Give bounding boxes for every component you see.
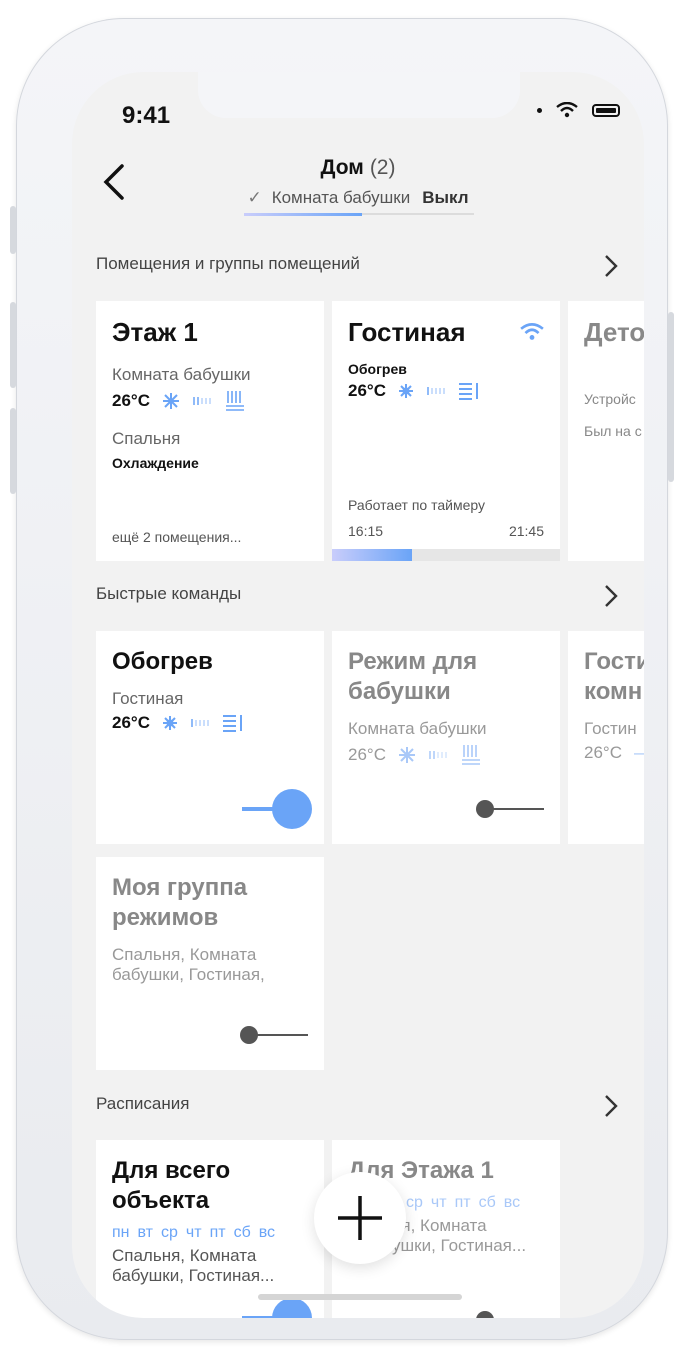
fan-speed-icon	[193, 397, 211, 405]
battery-icon	[592, 103, 620, 117]
chevron-right-icon[interactable]	[602, 1092, 620, 1120]
command-temp-row: 26°C	[348, 743, 544, 767]
temperature: 26°C	[584, 743, 622, 762]
command-room: Комната бабушки	[348, 719, 487, 738]
command-toggle[interactable]	[242, 789, 312, 829]
more-rooms-link[interactable]: ещё 2 помещения...	[112, 529, 241, 545]
command-room: Гостиная	[112, 689, 184, 708]
active-room-selector[interactable]: ✓ Комната бабушки Выкл	[72, 188, 644, 208]
section-commands-title: Быстрые команды	[96, 584, 242, 603]
room-name: Комната бабушки	[112, 365, 251, 384]
timer-start: 16:15	[348, 523, 384, 539]
timer-end: 21:45	[508, 523, 544, 539]
state-label: Выкл	[422, 188, 469, 207]
temperature: 26°C	[348, 745, 386, 764]
temperature: 26°C	[112, 391, 150, 410]
command-rooms: Спальня, Комната бабушки, Гостиная,	[112, 945, 265, 984]
command-card-heating[interactable]: Обогрев Гостиная 26°C	[96, 631, 324, 844]
room-name: Спальня	[112, 429, 181, 448]
room-card-kids[interactable]: Дето Устройс Был на с	[568, 301, 644, 561]
room-temp-row: 26°C	[112, 389, 308, 413]
command-card-guest[interactable]: Гостикомн Гостин 26°C —	[568, 631, 644, 844]
card-title: Этаж 1	[112, 317, 198, 347]
chevron-right-icon[interactable]	[602, 252, 620, 280]
room-count: (2)	[369, 156, 396, 179]
temperature: 26°C	[348, 381, 386, 400]
active-room-label: Комната бабушки	[271, 188, 411, 207]
home-indicator[interactable]	[258, 1294, 462, 1300]
command-temp-row: 26°C —	[584, 743, 644, 763]
home-name: Дом	[320, 156, 364, 179]
card-title: Моя группа режимов	[112, 874, 248, 931]
volume-down-button	[10, 408, 16, 494]
timer-label: Работает по таймеру	[348, 497, 485, 513]
schedule-toggle[interactable]	[476, 1310, 546, 1318]
temperature: 26°C	[112, 713, 150, 732]
card-title: Гости комн	[584, 648, 644, 705]
last-seen: Был на с	[584, 423, 642, 439]
command-card-grandma[interactable]: Режим для бабушки Комната бабушки 26°C	[332, 631, 560, 844]
add-button[interactable]	[314, 1172, 406, 1264]
status-time: 9:41	[122, 102, 171, 129]
power-button	[668, 312, 674, 482]
volume-up-button	[10, 302, 16, 388]
snowflake-icon: —	[634, 743, 644, 763]
command-card-my-group[interactable]: Моя группа режимов Спальня, Комната бабушк…	[96, 857, 324, 1070]
heat-icon	[162, 716, 177, 730]
schedule-rooms: Спальня, Комната бабушки, Гостиная...	[112, 1246, 275, 1285]
room-card-living[interactable]: Гостиная Обогрев 26°C Работает по таймер…	[332, 301, 560, 561]
lamella-icon	[458, 383, 478, 400]
device-status: Устройс	[584, 391, 636, 407]
room-card-floor1[interactable]: Этаж 1 Комната бабушки 26°C Спальня Охла…	[96, 301, 324, 561]
wifi-icon	[556, 102, 578, 118]
radiator-icon	[461, 745, 480, 765]
snowflake-icon	[162, 393, 179, 409]
tab-indicator	[244, 213, 474, 216]
timer-progress-bar	[332, 549, 560, 561]
timer-progress-fill	[332, 549, 412, 561]
card-title: Режим для бабушки	[348, 648, 478, 705]
fan-speed-icon	[429, 751, 447, 759]
card-title: Для всего объекта	[112, 1157, 231, 1214]
room-temp-row: 26°C	[348, 381, 544, 401]
mute-switch	[10, 206, 16, 254]
command-toggle[interactable]	[240, 1025, 310, 1045]
radiator-icon	[225, 391, 244, 411]
schedule-days: пн вт ср чт пт сб вс	[112, 1224, 276, 1241]
app-screen: 9:41 Дом (2) ✓ Комната бабушки Выкл Помещен…	[72, 72, 644, 1318]
schedule-card-whole[interactable]: Для всего объекта пн вт ср чт пт сб вс Спальня,…	[96, 1140, 324, 1318]
signal-dot-icon	[537, 107, 542, 113]
card-title: Гостиная	[348, 317, 466, 347]
section-rooms-title: Помещения и группы помещений	[96, 254, 360, 273]
wifi-icon	[520, 323, 544, 340]
room-mode: Охлаждение	[112, 455, 199, 471]
lamella-icon	[222, 715, 242, 732]
fan-speed-icon	[427, 387, 445, 395]
notch	[198, 72, 520, 118]
page-title: Дом (2)	[72, 156, 644, 180]
command-toggle[interactable]	[476, 799, 546, 819]
phone-frame: 9:41 Дом (2) ✓ Комната бабушки Выкл Помещен…	[10, 18, 674, 1340]
check-icon: ✓	[247, 188, 262, 207]
chevron-right-icon[interactable]	[602, 582, 620, 610]
schedule-toggle[interactable]	[242, 1298, 312, 1318]
plus-icon	[338, 1196, 382, 1240]
fan-speed-icon	[191, 719, 209, 727]
snowflake-icon	[398, 747, 415, 763]
command-room: Гостин	[584, 719, 637, 738]
status-icons	[537, 102, 620, 118]
room-mode: Обогрев	[348, 361, 407, 377]
command-temp-row: 26°C	[112, 713, 308, 733]
card-title: Обогрев	[112, 648, 213, 675]
card-title: Дето	[584, 317, 644, 347]
section-schedules-title: Расписания	[96, 1094, 190, 1113]
heat-icon	[398, 384, 413, 398]
